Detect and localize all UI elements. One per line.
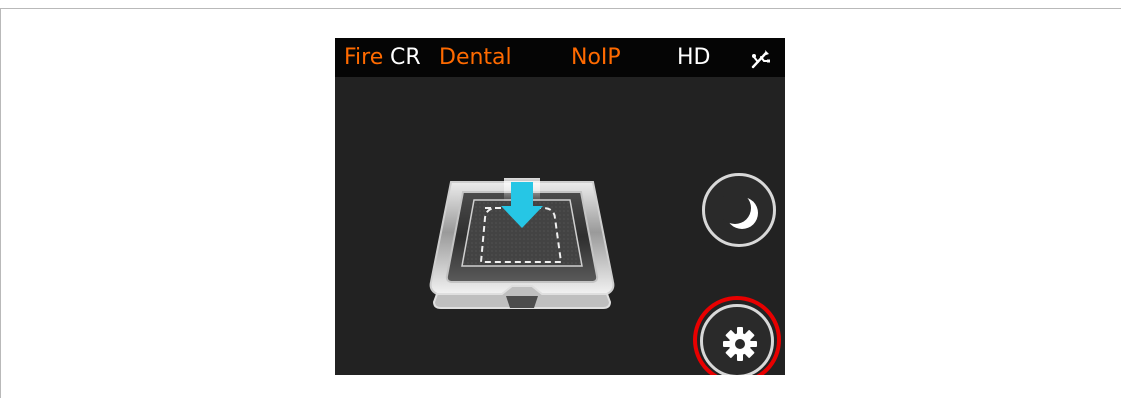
usb-icon bbox=[751, 50, 770, 69]
sleep-button[interactable] bbox=[702, 173, 776, 247]
brand-fire-text: Fire bbox=[344, 45, 384, 70]
document-page: Fire CR Dental NoIP HD bbox=[0, 0, 1121, 398]
plate-tray-icon bbox=[429, 178, 615, 309]
left-border bbox=[0, 8, 1, 398]
resolution-mode: HD bbox=[677, 45, 711, 70]
network-status: NoIP bbox=[571, 45, 621, 70]
product-label: Dental bbox=[439, 45, 512, 70]
status-bar: Fire CR Dental NoIP HD bbox=[335, 38, 785, 77]
top-border bbox=[0, 8, 1121, 9]
moon-icon bbox=[722, 193, 758, 229]
settings-button[interactable] bbox=[700, 304, 774, 375]
gear-icon bbox=[723, 327, 757, 361]
brand-cr-text: CR bbox=[390, 45, 421, 70]
device-screen: Fire CR Dental NoIP HD bbox=[335, 38, 785, 375]
main-area bbox=[335, 77, 785, 375]
